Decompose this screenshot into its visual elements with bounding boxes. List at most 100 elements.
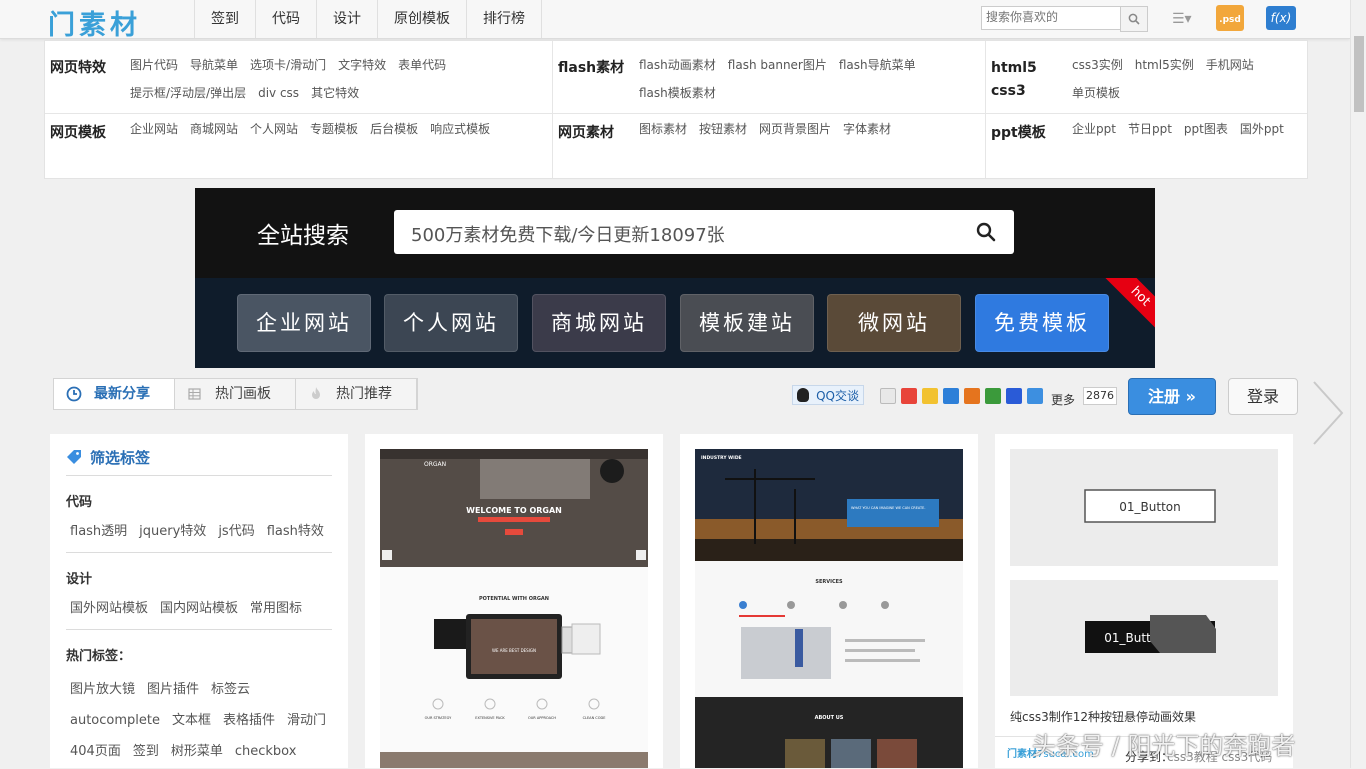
category-link[interactable]: 响应式模板: [430, 122, 490, 136]
filter-tag[interactable]: 表格插件: [223, 713, 275, 728]
search-icon[interactable]: [976, 222, 996, 242]
category-link[interactable]: 专题模板: [310, 122, 358, 136]
category-title-web-effects[interactable]: 网页特效: [50, 57, 106, 77]
banner-title: 全站搜索: [257, 223, 349, 249]
banner-button-personal[interactable]: 个人网站: [384, 294, 518, 352]
filter-tag[interactable]: flash透明: [70, 524, 127, 539]
category-link[interactable]: 文字特效: [338, 58, 386, 72]
category-title-ppt[interactable]: ppt模板: [991, 122, 1046, 142]
plus-icon[interactable]: [1027, 388, 1043, 404]
nav-item-ranking[interactable]: 排行榜: [467, 0, 542, 38]
template-preview-buttons[interactable]: 01_Button 01_Button: [1010, 449, 1278, 696]
filter-tag[interactable]: 签到: [133, 744, 159, 759]
renren-icon[interactable]: [943, 388, 959, 404]
tab-hot-boards[interactable]: 热门画板: [175, 379, 296, 409]
tencent-weibo-icon[interactable]: [964, 388, 980, 404]
banner-button-template-build[interactable]: 模板建站: [680, 294, 814, 352]
filter-tag[interactable]: 标签云: [211, 682, 250, 697]
nav-item-signin[interactable]: 签到: [195, 0, 256, 38]
category-link[interactable]: 表单代码: [398, 58, 446, 72]
category-link[interactable]: 企业ppt: [1072, 122, 1116, 136]
baidu-icon[interactable]: [1006, 388, 1022, 404]
category-title-web-materials[interactable]: 网页素材: [558, 122, 614, 142]
category-link[interactable]: 其它特效: [311, 86, 359, 100]
filter-tag[interactable]: 国外网站模板: [70, 601, 148, 616]
filter-tag[interactable]: js代码: [218, 524, 254, 539]
site-logo[interactable]: 门素材: [48, 3, 141, 42]
category-link[interactable]: 单页模板: [1072, 86, 1120, 100]
page-scrollbar[interactable]: [1350, 0, 1366, 768]
nav-item-code[interactable]: 代码: [256, 0, 317, 38]
preview-button-label: 01_Button: [1119, 500, 1180, 514]
filter-tag[interactable]: flash特效: [267, 524, 324, 539]
tab-hot-recommend[interactable]: 热门推荐: [296, 379, 417, 409]
category-link[interactable]: 图标素材: [639, 122, 687, 136]
filter-tag[interactable]: 图片放大镜: [70, 682, 135, 697]
nav-item-design[interactable]: 设计: [317, 0, 378, 38]
copy-icon[interactable]: [880, 388, 896, 404]
weibo-icon[interactable]: [901, 388, 917, 404]
banner-button-mall[interactable]: 商城网站: [532, 294, 666, 352]
header-search-button[interactable]: [1120, 6, 1148, 32]
category-link[interactable]: 手机网站: [1206, 58, 1254, 72]
category-title-web-templates[interactable]: 网页模板: [50, 122, 106, 142]
qq-chat-button[interactable]: QQ交谈: [792, 385, 864, 405]
template-preview-organ[interactable]: ORGAN WELCOME TO ORGAN POTENTIAL WITH OR…: [380, 449, 648, 768]
category-link[interactable]: flash banner图片: [728, 58, 827, 72]
category-link[interactable]: flash模板素材: [639, 86, 716, 100]
banner-button-enterprise[interactable]: 企业网站: [237, 294, 371, 352]
filter-tag[interactable]: checkbox: [235, 744, 297, 759]
category-link[interactable]: 选项卡/滑动门: [250, 58, 326, 72]
category-link[interactable]: 图片代码: [130, 58, 178, 72]
category-link[interactable]: 按钮素材: [699, 122, 747, 136]
filter-tag[interactable]: 文本框: [172, 713, 211, 728]
template-card-organ[interactable]: ORGAN WELCOME TO ORGAN POTENTIAL WITH OR…: [365, 434, 663, 768]
category-title-flash[interactable]: flash素材: [558, 57, 624, 77]
list-menu-icon[interactable]: ☰▾: [1172, 11, 1192, 27]
tab-latest-share[interactable]: 最新分享: [54, 379, 175, 409]
category-link[interactable]: css3实例: [1072, 58, 1123, 72]
filter-tag[interactable]: jquery特效: [139, 524, 206, 539]
login-button[interactable]: 登录: [1228, 378, 1298, 415]
category-link[interactable]: html5实例: [1135, 58, 1194, 72]
category-title-html5-css3[interactable]: html5 css3: [991, 57, 1037, 103]
banner-button-micro-site[interactable]: 微网站: [827, 294, 961, 352]
category-link[interactable]: 提示框/浮动层/弹出层: [130, 86, 246, 100]
chevron-right-icon[interactable]: [1310, 380, 1346, 446]
filter-tag[interactable]: 图片插件: [147, 682, 199, 697]
header-search-input[interactable]: [982, 7, 1120, 27]
category-link[interactable]: 商城网站: [190, 122, 238, 136]
template-card-industry[interactable]: INDUSTRY WIDE WHAT YOU CAN IMAGINE WE CA…: [680, 434, 978, 768]
template-card-css3-buttons[interactable]: 01_Button 01_Button 纯css3制作12种按钮悬停动画效果 门…: [995, 434, 1293, 768]
category-link[interactable]: 网页背景图片: [759, 122, 831, 136]
category-link[interactable]: 国外ppt: [1240, 122, 1284, 136]
category-link[interactable]: ppt图表: [1184, 122, 1228, 136]
category-link[interactable]: flash导航菜单: [839, 58, 916, 72]
category-link[interactable]: 个人网站: [250, 122, 298, 136]
fx-icon[interactable]: f(x): [1266, 6, 1296, 30]
qzone-icon[interactable]: [922, 388, 938, 404]
category-link[interactable]: flash动画素材: [639, 58, 716, 72]
card-caption[interactable]: 纯css3制作12种按钮悬停动画效果: [1010, 708, 1196, 725]
category-link[interactable]: 企业网站: [130, 122, 178, 136]
douban-icon[interactable]: [985, 388, 1001, 404]
filter-tag[interactable]: 404页面: [70, 744, 121, 759]
filter-tag[interactable]: autocomplete: [70, 713, 160, 728]
psd-icon[interactable]: .psd: [1216, 5, 1244, 31]
share-more-link[interactable]: 更多: [1051, 391, 1075, 408]
banner-search-input[interactable]: 500万素材免费下载/今日更新18097张: [394, 210, 1014, 254]
category-link[interactable]: 字体素材: [843, 122, 891, 136]
category-link[interactable]: 节日ppt: [1128, 122, 1172, 136]
category-link[interactable]: 后台模板: [370, 122, 418, 136]
register-button[interactable]: 注册 »: [1128, 378, 1216, 415]
nav-item-original-templates[interactable]: 原创模板: [378, 0, 467, 38]
banner-button-free-templates[interactable]: 免费模板: [975, 294, 1109, 352]
filter-tag[interactable]: 树形菜单: [171, 744, 223, 759]
scrollbar-thumb[interactable]: [1354, 36, 1364, 112]
filter-tag[interactable]: 国内网站模板: [160, 601, 238, 616]
category-link[interactable]: 导航菜单: [190, 58, 238, 72]
category-link[interactable]: div css: [258, 86, 299, 100]
filter-tag[interactable]: 常用图标: [250, 601, 302, 616]
filter-tag[interactable]: 滑动门: [287, 713, 326, 728]
template-preview-industry[interactable]: INDUSTRY WIDE WHAT YOU CAN IMAGINE WE CA…: [695, 449, 963, 768]
